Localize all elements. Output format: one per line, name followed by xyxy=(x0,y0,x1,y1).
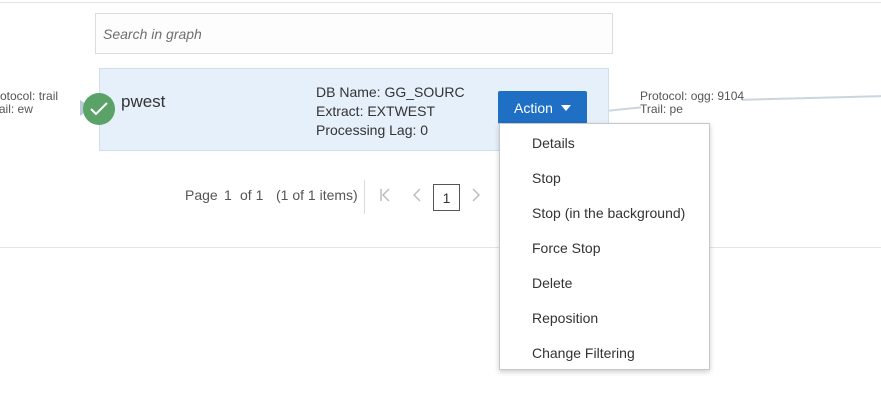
menu-item-stop[interactable]: Stop xyxy=(532,170,561,186)
menu-item-delete[interactable]: Delete xyxy=(532,275,572,291)
search-input[interactable] xyxy=(95,13,613,54)
menu-item-details[interactable]: Details xyxy=(532,135,575,151)
page-1-button[interactable]: 1 xyxy=(433,184,460,211)
incoming-path-labels: Protocol: trail Trail: ew xyxy=(0,90,58,116)
pager-divider xyxy=(364,180,365,214)
previous-page-icon[interactable] xyxy=(412,188,421,205)
process-details: DB Name: GG_SOURC Extract: EXTWEST Proce… xyxy=(316,83,465,140)
action-button[interactable]: Action xyxy=(498,91,587,124)
processing-lag-text: Processing Lag: 0 xyxy=(316,122,429,138)
process-name: pwest xyxy=(121,92,166,111)
first-page-icon[interactable] xyxy=(380,188,390,205)
action-menu: Details Stop Stop (in the background) Fo… xyxy=(499,123,710,370)
outgoing-trail-label: Trail: pe xyxy=(640,102,683,116)
top-divider xyxy=(0,2,881,3)
menu-item-force-stop[interactable]: Force Stop xyxy=(532,240,600,256)
outgoing-path-labels: Protocol: ogg: 9104 Trail: pe xyxy=(640,90,744,116)
page-label: Page xyxy=(185,187,218,203)
outgoing-connector-line xyxy=(741,95,881,101)
next-page-icon[interactable] xyxy=(472,188,481,205)
total-pages-label: of 1 xyxy=(240,187,264,203)
extract-text: Extract: EXTWEST xyxy=(316,103,436,119)
menu-item-change-filtering[interactable]: Change Filtering xyxy=(532,345,635,361)
items-count-label: (1 of 1 items) xyxy=(276,187,358,203)
current-page-number: 1 xyxy=(224,187,232,203)
menu-item-reposition[interactable]: Reposition xyxy=(532,310,598,326)
section-divider xyxy=(0,247,881,248)
running-status-icon xyxy=(83,93,115,125)
action-button-label: Action xyxy=(514,99,553,116)
caret-down-icon xyxy=(560,104,571,111)
menu-item-stop-background[interactable]: Stop (in the background) xyxy=(532,205,685,221)
db-name-text: DB Name: GG_SOURC xyxy=(316,84,465,100)
outgoing-connector xyxy=(608,106,642,112)
incoming-trail-label: Trail: ew xyxy=(0,102,33,116)
